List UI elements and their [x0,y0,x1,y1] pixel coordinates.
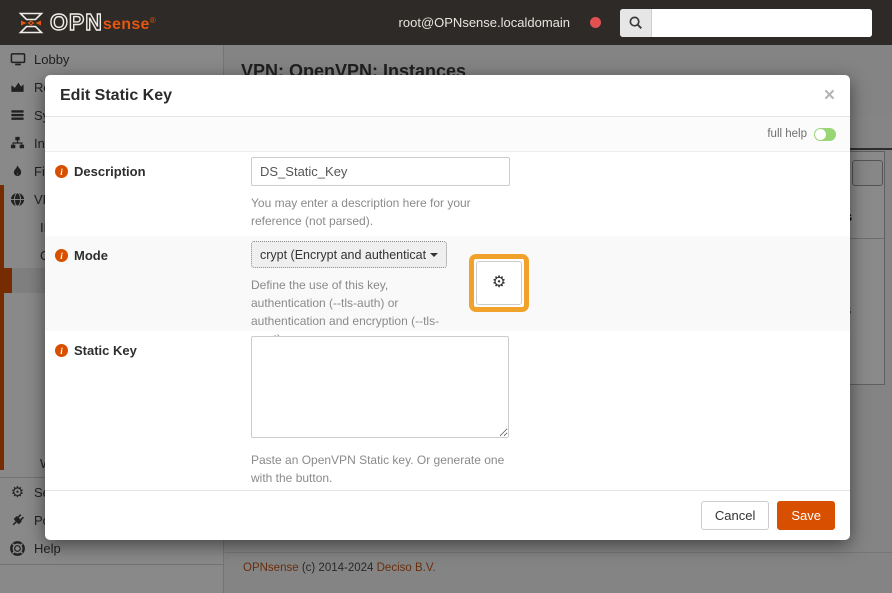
caret-down-icon [430,253,438,257]
description-input[interactable] [251,157,510,186]
description-row: i Description You may enter a descriptio… [45,152,850,236]
gear-icon: ⚙ [492,275,506,291]
save-button[interactable]: Save [777,501,835,530]
opnsense-logo[interactable]: OPNsense® [18,10,156,36]
dialog-footer: Cancel Save [45,490,850,540]
mode-label: i Mode [55,241,251,331]
generate-key-button[interactable]: ⚙ [476,261,522,305]
brand-text-sense: sense [103,16,150,34]
info-icon[interactable]: i [55,344,68,357]
static-key-textarea[interactable] [251,336,509,438]
top-navbar: OPNsense® root@OPNsense.localdomain [0,0,892,45]
toggle-knob [815,129,826,140]
mode-row: i Mode crypt (Encrypt and authenticate) … [45,236,850,331]
full-help-row: full help [45,117,850,152]
registered-mark: ® [150,16,156,25]
description-help: You may enter a description here for you… [251,194,513,230]
status-dot [590,17,601,28]
brand-text-opn: OPN [50,11,103,34]
description-label: i Description [55,157,251,236]
mode-selected-value: crypt (Encrypt and authenticate) [260,248,426,262]
global-search [620,9,872,37]
dialog-header: Edit Static Key × [45,75,850,117]
static-key-label: i Static Key [55,336,251,490]
action-highlight-ring: ⚙ [469,254,529,312]
close-icon[interactable]: × [824,86,835,105]
mode-select[interactable]: crypt (Encrypt and authenticate) [251,241,447,268]
static-key-row: i Static Key Paste an OpenVPN Static key… [45,331,850,490]
edit-static-key-dialog: Edit Static Key × full help i Descriptio… [45,75,850,540]
opnsense-app: OPNsense® root@OPNsense.localdomain Lobb… [0,0,892,593]
info-icon[interactable]: i [55,165,68,178]
dialog-title: Edit Static Key [60,87,824,105]
search-input[interactable] [652,9,872,37]
search-icon [620,9,652,37]
cancel-button[interactable]: Cancel [701,501,769,530]
logged-in-user: root@OPNsense.localdomain [399,15,570,30]
opnsense-logo-icon [18,10,44,36]
info-icon[interactable]: i [55,249,68,262]
static-key-help: Paste an OpenVPN Static key. Or generate… [251,451,513,487]
full-help-label: full help [767,128,807,140]
full-help-toggle[interactable] [814,128,836,141]
